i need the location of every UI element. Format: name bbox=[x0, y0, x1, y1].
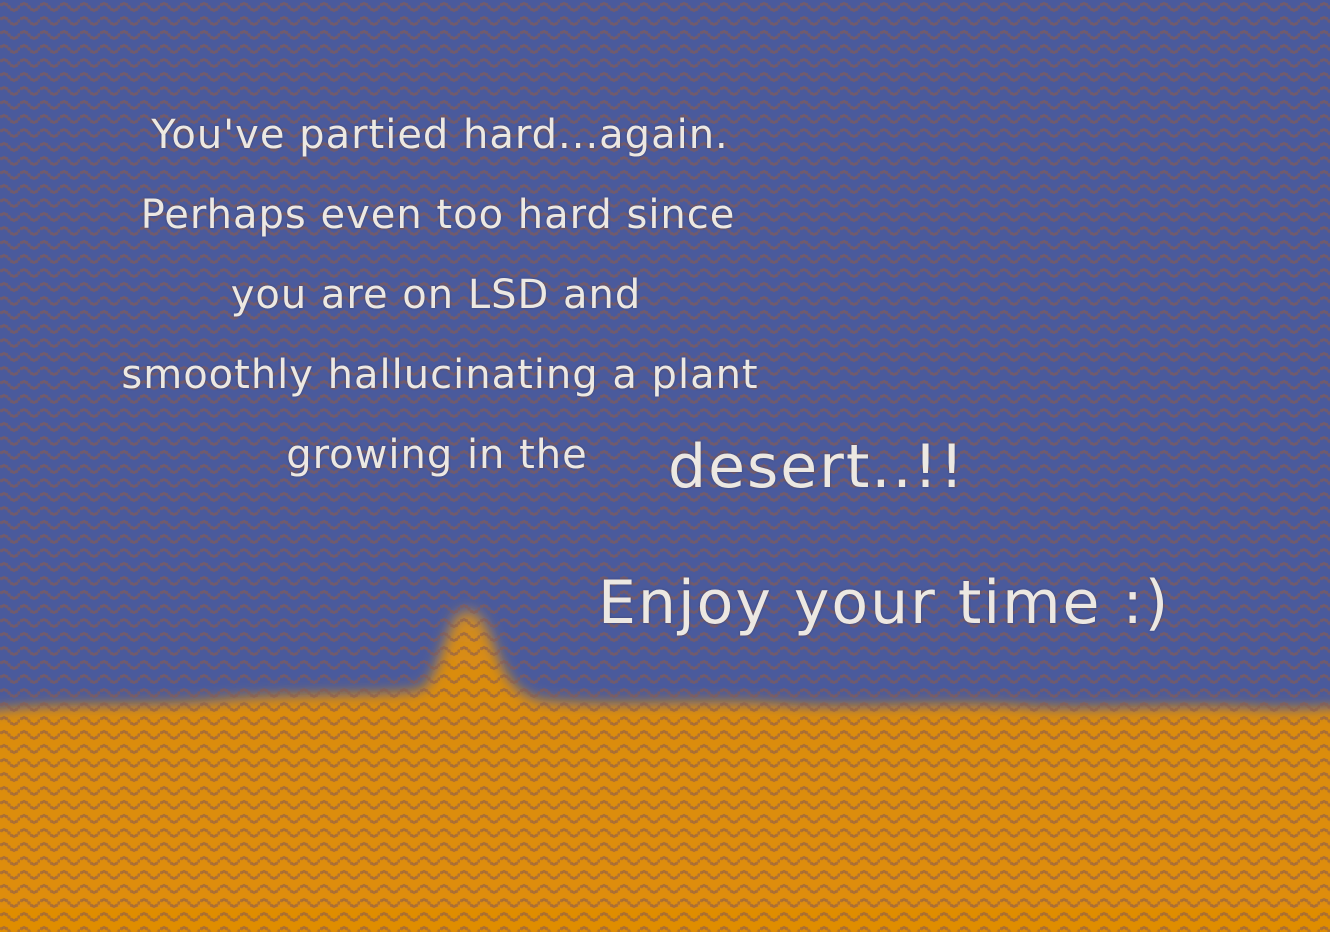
emphasis-desert: desert..!! bbox=[668, 432, 966, 502]
story-line-4: smoothly hallucinating a plant bbox=[121, 352, 759, 398]
story-text: You've partied hard...again. Perhaps eve… bbox=[0, 0, 1330, 932]
story-line-3: you are on LSD and bbox=[230, 272, 642, 318]
story-line-2: Perhaps even too hard since bbox=[140, 192, 736, 238]
story-line-1: You've partied hard...again. bbox=[151, 112, 729, 158]
story-line-5: growing in the bbox=[286, 432, 588, 478]
game-canvas: You've partied hard...again. Perhaps eve… bbox=[0, 0, 1330, 932]
closing-message: Enjoy your time :) bbox=[598, 568, 1171, 638]
